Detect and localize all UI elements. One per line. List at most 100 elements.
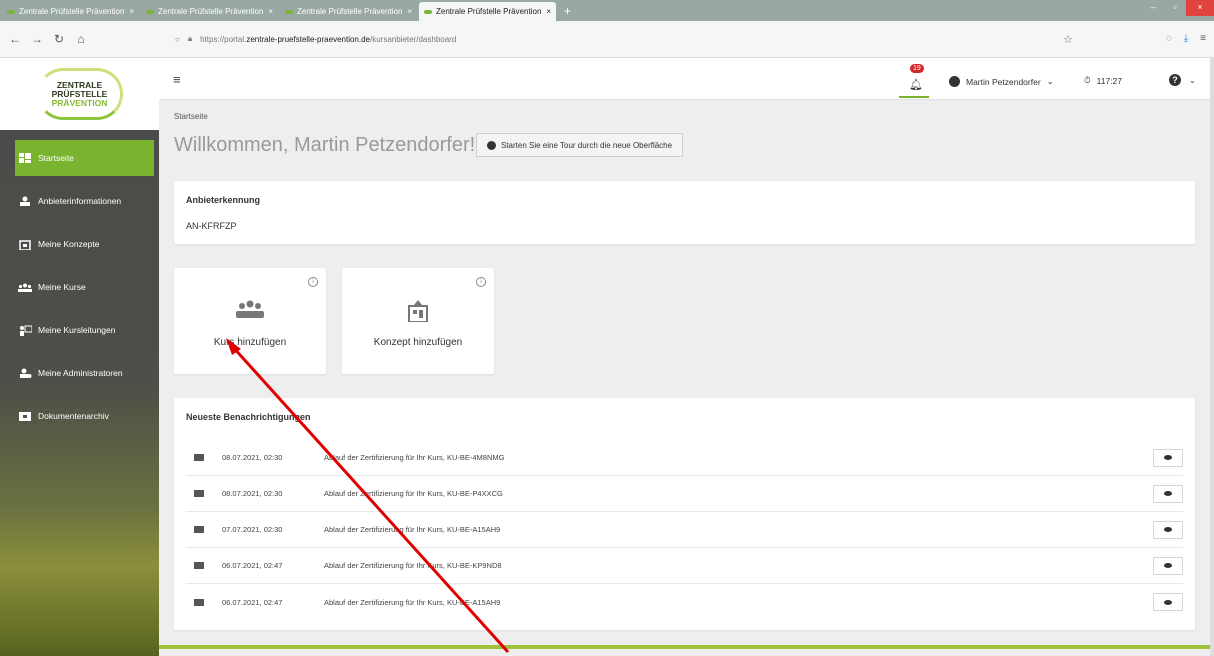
- add-concept-tile[interactable]: i Konzept hinzufügen: [342, 268, 494, 374]
- browser-tab-active[interactable]: Zentrale Prüfstelle Prävention - ×: [419, 2, 556, 21]
- group-icon: [18, 282, 32, 293]
- new-tab-button[interactable]: +: [564, 4, 571, 18]
- window-controls: – ▫ ×: [1142, 0, 1214, 16]
- mail-icon: [194, 562, 204, 569]
- view-button[interactable]: [1153, 593, 1183, 611]
- eye-icon: [1164, 599, 1172, 605]
- home-icon[interactable]: ⌂: [70, 32, 92, 46]
- provider-id-title: Anbieterkennung: [186, 195, 261, 205]
- browser-tab[interactable]: Zentrale Prüfstelle Prävention - ×: [2, 2, 139, 21]
- view-button[interactable]: [1153, 556, 1183, 575]
- dashboard-icon: [18, 153, 32, 164]
- main-content: Startseite Willkommen, Martin Petzendorf…: [159, 100, 1210, 656]
- bookmark-star-icon[interactable]: ☆: [1063, 33, 1073, 46]
- favicon-icon: [7, 9, 15, 14]
- provider-id-card: Anbieterkennung AN-KFRFZP: [174, 181, 1195, 244]
- close-window-button[interactable]: ×: [1186, 0, 1214, 16]
- bell-icon: 🔔︎: [909, 79, 923, 91]
- reload-icon[interactable]: ↻: [48, 32, 70, 46]
- browser-toolbar: ← → ↻ ⌂ ○ 🔒︎ https://portal.zentrale-pru…: [0, 21, 1214, 58]
- group-icon: [174, 300, 326, 318]
- add-course-tile[interactable]: i Kurs hinzufügen: [174, 268, 326, 374]
- notification-row[interactable]: 08.07.2021, 02:30 Ablauf der Zertifizier…: [186, 476, 1183, 512]
- provider-icon: [18, 196, 32, 207]
- start-tour-button[interactable]: Starten Sie eine Tour durch die neue Obe…: [476, 133, 684, 157]
- help-icon: ?: [1169, 74, 1181, 86]
- provider-id-value: AN-KFRFZP: [186, 221, 237, 231]
- hamburger-menu-icon[interactable]: ≡: [173, 72, 181, 87]
- page-title: Willkommen, Martin Petzendorfer!: [174, 134, 476, 156]
- user-name: Martin Petzendorfer: [966, 76, 1041, 87]
- chevron-down-icon: ⌄: [1046, 76, 1054, 86]
- browser-right-buttons: ◌ ⤓ ≡: [1166, 33, 1206, 44]
- concept-icon: [18, 239, 32, 250]
- sidebar-item-startseite[interactable]: Startseite: [15, 140, 154, 176]
- close-tab-icon[interactable]: ×: [129, 7, 134, 16]
- chevron-down-icon: ⌄: [1189, 75, 1196, 85]
- view-button[interactable]: [1153, 520, 1183, 539]
- browser-tab[interactable]: Zentrale Prüfstelle Prävention - ×: [280, 2, 417, 21]
- instructor-icon: [18, 325, 32, 336]
- view-button[interactable]: [1153, 484, 1183, 503]
- logo-area[interactable]: ZENTRALE PRÜFSTELLE PRÄVENTION: [0, 58, 159, 130]
- url-text: https://portal.zentrale-pruefstelle-prae…: [200, 34, 457, 44]
- close-tab-icon[interactable]: ×: [546, 7, 551, 16]
- app-header: ≡ 🔔︎ 19 Martin Petzendorfer ⌄ ⏱︎ 117:27 …: [159, 58, 1210, 100]
- notification-row[interactable]: 07.07.2021, 02:30 Ablauf der Zertifizier…: [186, 512, 1183, 548]
- notification-row[interactable]: 06.07.2021, 02:47 Ablauf der Zertifizier…: [186, 584, 1183, 620]
- sidebar-item-administratoren[interactable]: Meine Administratoren: [15, 355, 154, 391]
- back-icon[interactable]: ←: [4, 32, 26, 46]
- scrollbar[interactable]: [1210, 58, 1214, 656]
- sidebar-item-kursleitungen[interactable]: Meine Kursleitungen: [15, 312, 154, 348]
- notification-row[interactable]: 06.07.2021, 02:47 Ablauf der Zertifizier…: [186, 548, 1183, 584]
- help-menu[interactable]: ? ⌄: [1169, 74, 1196, 86]
- mail-icon: [194, 598, 204, 606]
- user-avatar-icon: [949, 76, 960, 87]
- logo: ZENTRALE PRÜFSTELLE PRÄVENTION: [36, 68, 123, 120]
- sidebar-nav: Startseite Anbieterinformationen Meine K…: [0, 140, 159, 434]
- notifications-card: Neueste Benachrichtigungen 08.07.2021, 0…: [174, 398, 1195, 630]
- user-menu[interactable]: Martin Petzendorfer ⌄: [949, 76, 1054, 87]
- sidebar-item-dokumentenarchiv[interactable]: Dokumentenarchiv: [15, 398, 154, 434]
- notifications-title: Neueste Benachrichtigungen: [186, 412, 311, 422]
- favicon-icon: [424, 9, 432, 14]
- sidebar-item-anbieterinformationen[interactable]: Anbieterinformationen: [15, 183, 154, 219]
- lock-icon: 🔒︎: [187, 34, 193, 43]
- footer-accent-line: [159, 645, 1210, 649]
- favicon-icon: [285, 9, 293, 14]
- forward-icon[interactable]: →: [26, 32, 48, 46]
- folder-icon: [18, 411, 32, 422]
- sidebar-item-konzepte[interactable]: Meine Konzepte: [15, 226, 154, 262]
- eye-icon: [1164, 527, 1172, 532]
- mail-icon: [194, 490, 204, 497]
- menu-icon[interactable]: ≡: [1200, 33, 1206, 44]
- notifications-button[interactable]: 🔔︎ 19: [899, 62, 929, 98]
- browser-tab[interactable]: Zentrale Prüfstelle Prävention - ×: [141, 2, 278, 21]
- eye-icon: [1164, 563, 1172, 568]
- stopwatch-icon: ⏱︎: [1084, 75, 1091, 85]
- close-tab-icon[interactable]: ×: [407, 7, 412, 16]
- minimize-button[interactable]: –: [1142, 0, 1164, 16]
- notification-row[interactable]: 08.07.2021, 02:30 Ablauf der Zertifizier…: [186, 440, 1183, 476]
- view-button[interactable]: [1153, 448, 1183, 467]
- add-concept-label: Konzept hinzufügen: [373, 337, 463, 348]
- breadcrumb[interactable]: Startseite: [174, 112, 208, 121]
- sidebar-item-kurse[interactable]: Meine Kurse: [15, 269, 154, 305]
- admin-icon: [18, 368, 32, 379]
- pocket-icon[interactable]: ◌: [1166, 33, 1172, 44]
- favicon-icon: [146, 9, 154, 14]
- mail-icon: [194, 526, 204, 533]
- concept-icon: [342, 300, 494, 322]
- close-tab-icon[interactable]: ×: [268, 7, 273, 16]
- session-timer: ⏱︎ 117:27: [1084, 75, 1123, 86]
- sidebar: ZENTRALE PRÜFSTELLE PRÄVENTION Startseit…: [0, 58, 159, 656]
- info-icon[interactable]: i: [308, 277, 318, 287]
- maximize-button[interactable]: ▫: [1164, 0, 1186, 16]
- shield-icon: ○: [175, 34, 180, 44]
- info-icon[interactable]: i: [476, 277, 486, 287]
- browser-tab-bar: Zentrale Prüfstelle Prävention - × Zentr…: [0, 0, 1214, 21]
- download-icon[interactable]: ⤓: [1184, 33, 1188, 44]
- tour-icon: [487, 140, 496, 150]
- eye-icon: [1164, 491, 1172, 496]
- url-field[interactable]: ○ 🔒︎ https://portal.zentrale-pruefstelle…: [175, 27, 1075, 51]
